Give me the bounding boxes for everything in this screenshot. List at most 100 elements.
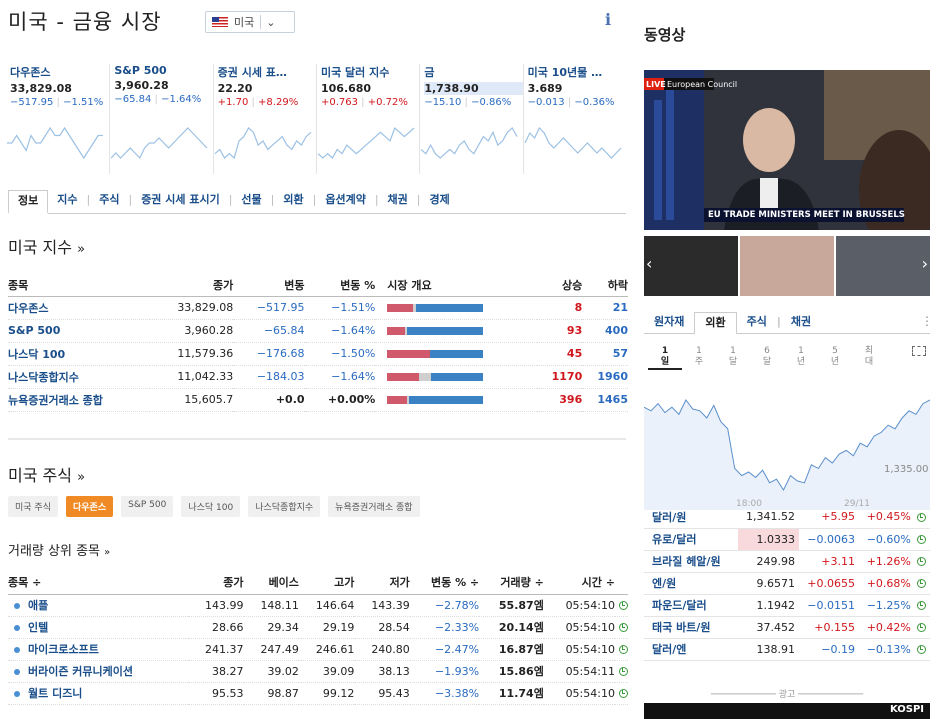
column-header[interactable]: 고가 xyxy=(298,570,355,595)
tile-value: 106.680 xyxy=(320,82,372,95)
column-header[interactable]: 종가 xyxy=(188,570,244,595)
tab-item[interactable]: 증권 시세 표시기 xyxy=(132,190,229,213)
filter-chip[interactable]: S&P 500 xyxy=(121,496,174,517)
fx-row[interactable]: 엔/원 9.6571 +0.0655 +0.68% xyxy=(644,572,930,595)
advancers-count: 93 xyxy=(536,319,583,343)
period-option[interactable]: 5년 xyxy=(818,346,852,370)
fx-row[interactable]: 달러/엔 138.91 −0.19 −0.13% xyxy=(644,638,930,661)
top-volume-heading[interactable]: 거래량 상위 종목 » xyxy=(8,540,110,559)
country-select[interactable]: 미국 ⌄ xyxy=(205,11,295,33)
table-cell[interactable]: 나스닥종합지수 xyxy=(8,365,150,389)
tab-item[interactable]: 옵션계약 xyxy=(316,190,374,213)
table-cell[interactable]: 뉴욕증권거래소 종합 xyxy=(8,388,150,412)
period-label: 달 xyxy=(728,357,738,367)
video-thumb[interactable] xyxy=(740,236,834,296)
period-option[interactable]: 6달 xyxy=(750,346,784,370)
table-cell[interactable]: 파운드/달러 xyxy=(644,594,738,617)
fx-tab[interactable]: 원자재 xyxy=(644,312,694,333)
ad-banner[interactable]: KOSPI xyxy=(644,703,930,719)
table-cell[interactable]: 달러/원 xyxy=(644,506,738,529)
market-tile[interactable]: 증권 시세 표… 22.20 +1.70 | +8.29% xyxy=(212,64,316,174)
filter-chip[interactable]: 뉴욕증권거래소 종합 xyxy=(328,496,420,517)
info-icon[interactable]: i xyxy=(605,10,611,29)
table-cell: 39.02 xyxy=(243,660,299,683)
table-cell: 143.39 xyxy=(354,594,410,617)
table-cell: −1.64% xyxy=(304,319,376,343)
video-thumb[interactable]: › xyxy=(836,236,930,296)
period-option[interactable]: 1주 xyxy=(682,346,716,370)
video-thumb[interactable]: ‹ xyxy=(644,236,738,296)
indices-heading[interactable]: 미국 지수 » xyxy=(8,234,85,258)
column-header[interactable]: 종가 xyxy=(149,274,234,297)
more-vertical-icon[interactable]: ⋮ xyxy=(921,314,933,328)
stock-name[interactable]: 버라이즌 커뮤니케이션 xyxy=(28,665,133,678)
tab-item[interactable]: 선물 xyxy=(232,190,270,213)
stock-name[interactable]: 월트 디즈니 xyxy=(28,687,82,700)
fx-tab[interactable]: 채권 xyxy=(781,312,821,333)
fx-row[interactable]: 달러/원 1,341.52 +5.95 +0.45% xyxy=(644,506,930,529)
period-option[interactable]: 최대 xyxy=(852,346,886,370)
column-header[interactable]: 저가 xyxy=(354,570,410,595)
stock-name[interactable]: 인텔 xyxy=(28,621,48,634)
table-cell[interactable]: 브라질 헤알/원 xyxy=(644,550,738,573)
tab-item[interactable]: 외환 xyxy=(274,190,312,213)
table-cell[interactable]: 마이크로소프트 xyxy=(8,638,189,661)
column-header[interactable]: 변동 % ÷ xyxy=(409,570,480,595)
column-header[interactable]: 종목 ÷ xyxy=(8,570,189,595)
table-cell[interactable]: 월트 디즈니 xyxy=(8,682,189,705)
fx-tab[interactable]: 주식 xyxy=(737,312,777,333)
table-cell: +0.68% xyxy=(859,572,915,595)
tab-item[interactable]: 지수 xyxy=(48,190,86,213)
market-tile[interactable]: S&P 500 3,960.28 −65.84 | −1.64% xyxy=(109,64,212,174)
market-tile[interactable]: 다우존스 33,829.08 −517.95 | −1.51% xyxy=(6,64,109,174)
table-cell[interactable]: S&P 500 xyxy=(8,319,150,343)
fx-row[interactable]: 브라질 헤알/원 249.98 +3.11 +1.26% xyxy=(644,550,930,573)
video-player[interactable]: LIVE European Council EU TRADE MINISTERS… xyxy=(644,70,930,230)
filter-chip[interactable]: 다우존스 xyxy=(65,496,114,517)
column-header[interactable]: 상승 xyxy=(536,274,583,297)
fx-row[interactable]: 파운드/달러 1.1942 −0.0151 −1.25% xyxy=(644,594,930,617)
filter-chip[interactable]: 미국 주식 xyxy=(8,496,58,517)
fx-tab[interactable]: 외환 xyxy=(694,312,737,335)
table-cell[interactable]: 인텔 xyxy=(8,616,189,639)
advancers-fill xyxy=(387,304,413,312)
table-cell[interactable]: 다우존스 xyxy=(8,296,150,320)
fx-row[interactable]: 태국 바트/원 37.452 +0.155 +0.42% xyxy=(644,616,930,639)
table-cell[interactable]: 유로/달러 xyxy=(644,528,738,551)
tab-item[interactable]: 정보 xyxy=(8,190,49,214)
column-header[interactable]: 변동 xyxy=(233,274,305,297)
chevron-right-icon[interactable]: › xyxy=(922,254,928,273)
table-cell[interactable]: 버라이즌 커뮤니케이션 xyxy=(8,660,189,683)
table-cell[interactable]: 태국 바트/원 xyxy=(644,616,738,639)
expand-chart-icon[interactable] xyxy=(912,346,926,356)
table-cell: −1.50% xyxy=(304,342,376,366)
period-option[interactable]: 1달 xyxy=(716,346,750,370)
table-cell[interactable]: 달러/엔 xyxy=(644,638,738,661)
column-header[interactable]: 변동 % xyxy=(304,274,376,297)
stock-name[interactable]: 마이크로소프트 xyxy=(28,643,99,656)
table-cell[interactable]: 엔/원 xyxy=(644,572,738,595)
column-header[interactable]: 시간 ÷ xyxy=(543,570,615,595)
table-cell[interactable]: 나스닥 100 xyxy=(8,342,150,366)
column-header[interactable]: 종목 xyxy=(8,274,150,297)
column-header[interactable]: 거래량 ÷ xyxy=(479,570,544,595)
bullet-icon xyxy=(14,691,20,697)
period-option[interactable]: 1년 xyxy=(784,346,818,370)
tab-item[interactable]: 주식 xyxy=(90,190,128,213)
market-tile[interactable]: 미국 10년물 … 3.689 −0.013 | −0.36% xyxy=(522,64,626,174)
stock-name[interactable]: 애플 xyxy=(28,599,48,612)
tab-item[interactable]: 채권 xyxy=(379,190,417,213)
chevron-left-icon[interactable]: ‹ xyxy=(646,254,652,273)
market-tile[interactable]: 금 1,738.90 −15.10 | −0.86% xyxy=(419,64,523,174)
filter-chip[interactable]: 나스닥 100 xyxy=(181,496,241,517)
tab-item[interactable]: 경제 xyxy=(421,190,459,213)
table-cell[interactable]: 애플 xyxy=(8,594,189,617)
filter-chip[interactable]: 나스닥종합지수 xyxy=(248,496,321,517)
column-header[interactable]: 하락 xyxy=(582,274,628,297)
fx-row[interactable]: 유로/달러 1.0333 −0.0063 −0.60% xyxy=(644,528,930,551)
period-option[interactable]: 1일 xyxy=(648,346,682,370)
market-tile[interactable]: 미국 달러 지수 106.680 +0.763 | +0.72% xyxy=(315,64,419,174)
stocks-heading[interactable]: 미국 주식 » xyxy=(8,462,85,486)
table-row: 버라이즌 커뮤니케이션 38.27 39.02 39.09 38.13 −1.93% 15.… xyxy=(8,660,628,683)
column-header[interactable]: 베이스 xyxy=(243,570,299,595)
